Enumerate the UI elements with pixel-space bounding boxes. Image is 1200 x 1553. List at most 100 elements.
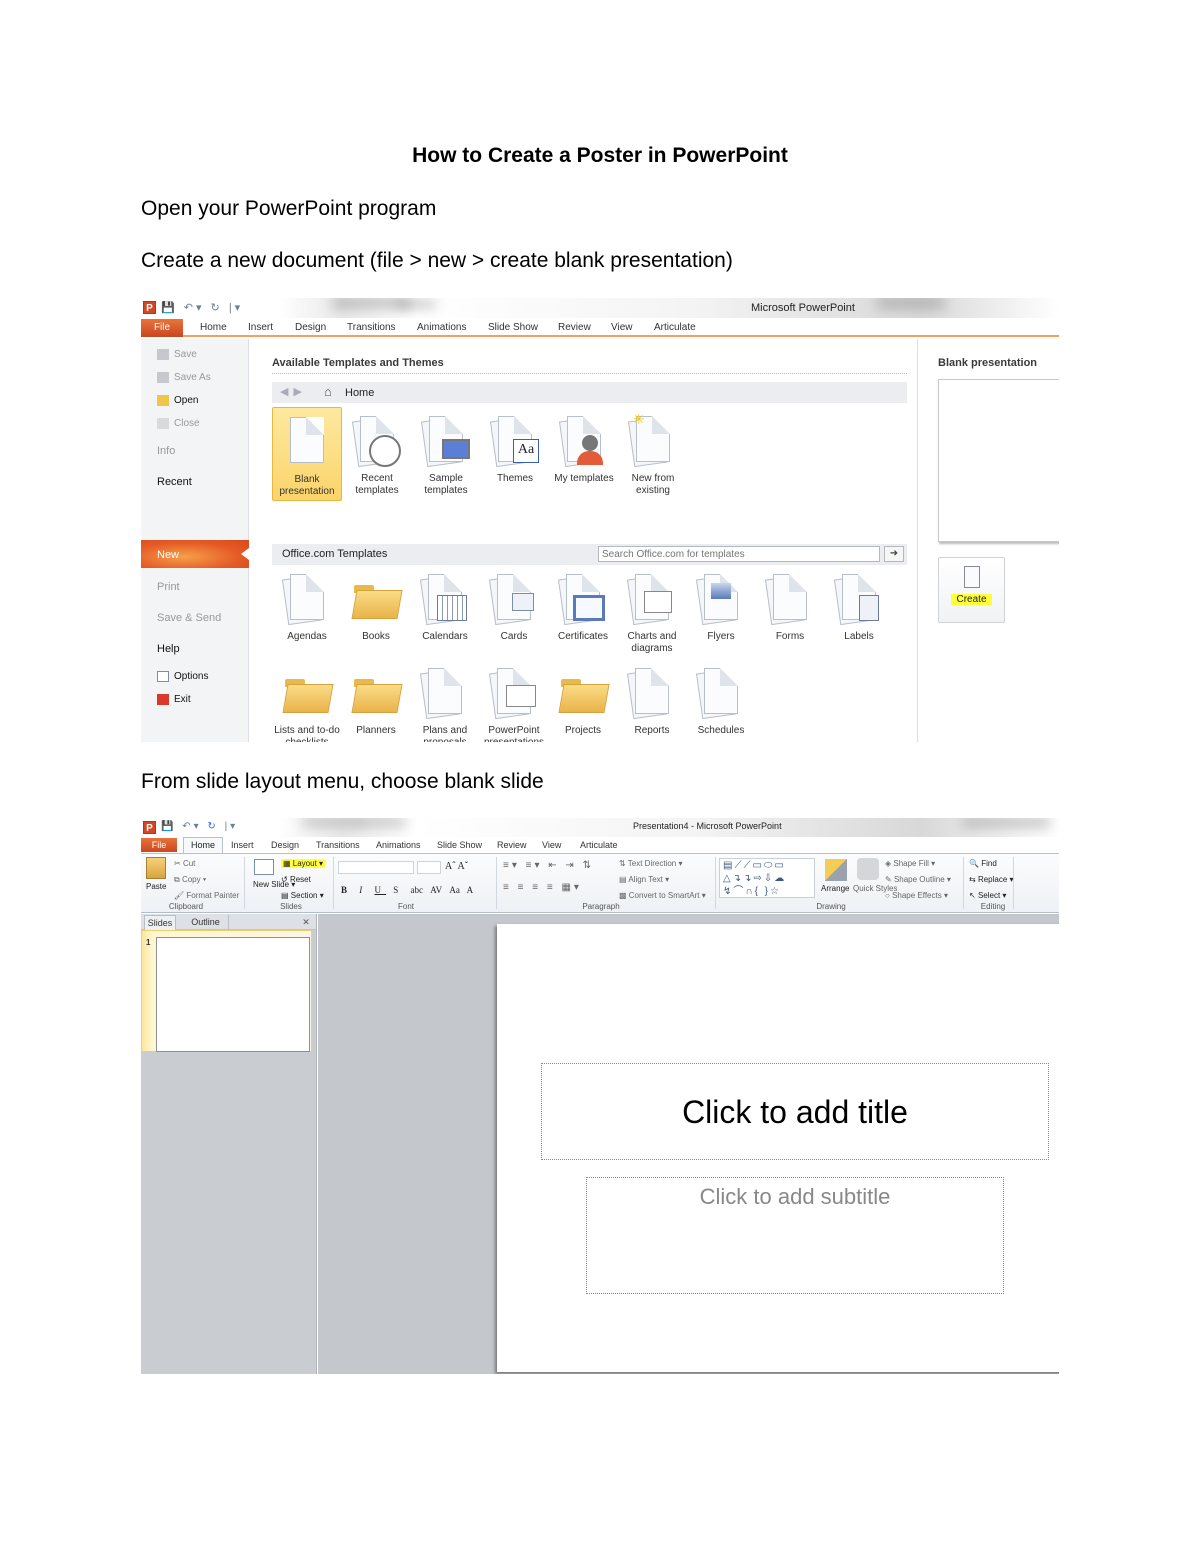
replace-button[interactable]: ⇆ Replace ▾ <box>969 875 1014 884</box>
tab-transitions[interactable]: Transitions <box>347 322 396 333</box>
tab-review[interactable]: Review <box>497 840 527 850</box>
copy-button[interactable]: ⧉ Copy ▾ <box>174 875 206 885</box>
office-template-forms[interactable]: Forms <box>755 571 825 643</box>
tab-file[interactable]: File <box>141 319 183 337</box>
office-template-powerpoint-presentations[interactable]: PowerPoint presentations and slides <box>479 665 549 742</box>
font-name-select[interactable] <box>338 861 414 874</box>
char-spacing-button[interactable]: AV <box>430 885 442 895</box>
office-template-plans-proposals[interactable]: Plans and proposals <box>410 665 480 742</box>
change-case-button[interactable]: Aa <box>449 885 460 895</box>
back-forward-arrows-icon[interactable]: ◀▶ <box>280 385 307 398</box>
convert-smartart-button[interactable]: ▩ Convert to SmartArt ▾ <box>619 891 706 900</box>
format-painter-button[interactable]: 🖌 Format Painter <box>174 891 239 900</box>
office-template-charts-diagrams[interactable]: Charts and diagrams <box>617 571 687 655</box>
menu-recent[interactable]: Recent <box>157 476 192 488</box>
bold-button[interactable]: B <box>341 885 352 895</box>
menu-save[interactable]: Save <box>157 349 197 360</box>
template-new-from-existing[interactable]: ✳ New from existing <box>618 412 688 497</box>
office-template-calendars[interactable]: Calendars <box>410 571 480 643</box>
shadow-button[interactable]: S <box>393 885 403 895</box>
office-template-lists[interactable]: Lists and to-do checklists <box>272 665 342 742</box>
find-button[interactable]: 🔍 Find <box>969 859 997 868</box>
menu-save-as[interactable]: Save As <box>157 372 211 383</box>
menu-exit[interactable]: Exit <box>157 694 191 705</box>
home-icon[interactable]: ⌂ <box>324 384 332 399</box>
tab-slide-show[interactable]: Slide Show <box>437 840 482 850</box>
shape-outline-button[interactable]: ✎ Shape Outline ▾ <box>885 875 951 884</box>
strikethrough-button[interactable]: abc <box>411 885 424 895</box>
tab-transitions[interactable]: Transitions <box>316 840 360 850</box>
tab-articulate[interactable]: Articulate <box>580 840 618 850</box>
menu-help[interactable]: Help <box>157 643 180 655</box>
office-template-certificates[interactable]: Certificates <box>548 571 618 643</box>
search-go-arrow-icon[interactable]: ➜ <box>884 546 904 562</box>
tab-review[interactable]: Review <box>558 322 591 333</box>
slide-thumbnail[interactable] <box>156 937 310 1052</box>
tab-animations[interactable]: Animations <box>376 840 421 850</box>
menu-print[interactable]: Print <box>157 581 180 593</box>
tab-design[interactable]: Design <box>295 322 326 333</box>
arrange-button[interactable]: Arrange <box>821 884 849 893</box>
grow-shrink-font-buttons[interactable]: Aˆ Aˇ <box>445 861 468 872</box>
font-size-select[interactable] <box>417 861 441 874</box>
shape-fill-button[interactable]: ◈ Shape Fill ▾ <box>885 859 935 868</box>
tab-file[interactable]: File <box>141 838 177 852</box>
office-template-flyers[interactable]: Flyers <box>686 571 756 643</box>
tab-slide-show[interactable]: Slide Show <box>488 322 538 333</box>
list-indent-buttons[interactable]: ≡▾ ≡▾ ⇤ ⇥ ⇅ <box>503 860 594 871</box>
create-button[interactable]: Create <box>938 557 1005 623</box>
template-my-templates[interactable]: My templates <box>549 413 619 485</box>
tab-slides[interactable]: Slides <box>144 915 176 930</box>
italic-button[interactable]: I <box>359 885 367 895</box>
menu-new[interactable]: New <box>141 540 249 568</box>
underline-button[interactable]: U <box>375 885 387 895</box>
font-format-buttons[interactable]: B I U S abc AV Aa A <box>341 885 478 895</box>
shape-effects-button[interactable]: ○ Shape Effects ▾ <box>885 891 948 900</box>
font-color-button[interactable]: A <box>467 885 479 895</box>
alignment-buttons[interactable]: ≡ ≡ ≡ ≡ ▦▾ <box>503 882 582 893</box>
slide-canvas[interactable]: Click to add title Click to add subtitle <box>497 924 1059 1372</box>
office-template-planners[interactable]: Planners <box>341 665 411 737</box>
tab-outline[interactable]: Outline <box>183 915 229 930</box>
section-button[interactable]: ▤ Section ▾ <box>281 891 324 900</box>
menu-options[interactable]: Options <box>157 671 208 682</box>
qat-icons[interactable]: 💾 ↶▾ ↻ |▾ <box>161 301 243 314</box>
tab-insert[interactable]: Insert <box>231 840 254 850</box>
reset-button[interactable]: ↺ Reset <box>281 875 311 884</box>
layout-button[interactable]: ▦ Layout ▾ <box>281 859 326 868</box>
tab-home[interactable]: Home <box>183 837 223 854</box>
template-search-input[interactable] <box>598 546 880 562</box>
menu-info[interactable]: Info <box>157 445 175 457</box>
qat-icons[interactable]: 💾 ↶▾ ↻ |▾ <box>161 821 238 832</box>
menu-close[interactable]: Close <box>157 418 200 429</box>
shapes-gallery[interactable]: ▤⟋⟋▭⬭▭ △↴↴⇨⇩☁ ↯⌒∩{ }☆ <box>719 858 815 898</box>
tab-view[interactable]: View <box>542 840 561 850</box>
office-template-books[interactable]: Books <box>341 571 411 643</box>
office-template-schedules[interactable]: Schedules <box>686 665 756 737</box>
tab-design[interactable]: Design <box>271 840 299 850</box>
text-direction-button[interactable]: ⇅ Text Direction ▾ <box>619 859 683 868</box>
template-recent[interactable]: Recent templates <box>342 413 412 497</box>
office-template-labels[interactable]: Labels <box>824 571 894 643</box>
paste-button[interactable]: Paste <box>146 882 166 891</box>
tab-home[interactable]: Home <box>200 322 227 333</box>
office-template-agendas[interactable]: Agendas <box>272 571 342 643</box>
tab-articulate[interactable]: Articulate <box>654 322 696 333</box>
tab-view[interactable]: View <box>611 322 633 333</box>
office-template-reports[interactable]: Reports <box>617 665 687 737</box>
close-pane-icon[interactable]: ✕ <box>299 915 313 930</box>
menu-open[interactable]: Open <box>157 395 198 406</box>
tab-insert[interactable]: Insert <box>248 322 273 333</box>
title-placeholder[interactable]: Click to add title <box>541 1063 1049 1160</box>
office-template-cards[interactable]: Cards <box>479 571 549 643</box>
template-blank-presentation[interactable]: Blank presentation <box>272 407 342 501</box>
office-template-projects[interactable]: Projects <box>548 665 618 737</box>
slide-thumbnail-selected[interactable]: 1 <box>141 930 312 1052</box>
template-themes[interactable]: Aa Themes <box>480 413 550 485</box>
tab-animations[interactable]: Animations <box>417 322 466 333</box>
subtitle-placeholder[interactable]: Click to add subtitle <box>586 1177 1004 1294</box>
cut-button[interactable]: ✂ Cut <box>174 859 195 868</box>
select-button[interactable]: ↖ Select ▾ <box>969 891 1006 900</box>
nav-home-label[interactable]: Home <box>345 387 374 399</box>
align-text-button[interactable]: ▤ Align Text ▾ <box>619 875 669 884</box>
